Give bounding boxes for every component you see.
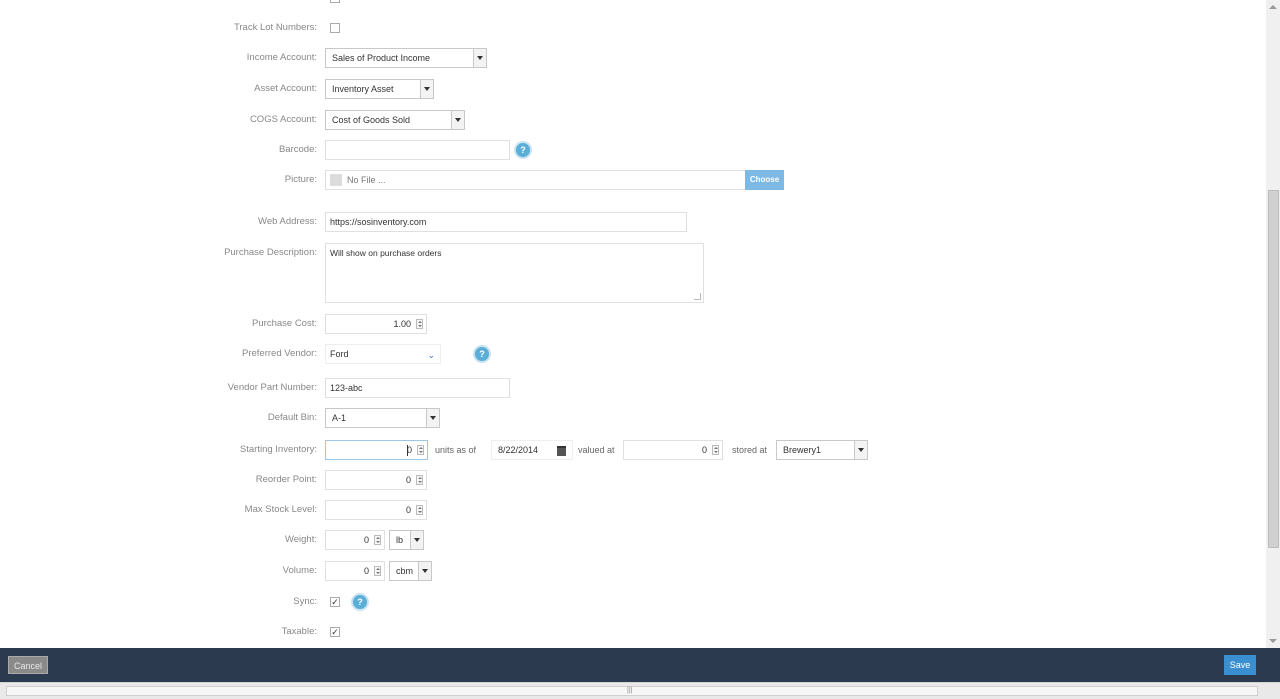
web-address-input[interactable]: https://sosinventory.com <box>325 212 687 232</box>
file-icon <box>330 174 342 186</box>
track-lot-checkbox[interactable] <box>330 23 340 33</box>
spinner-icon[interactable] <box>374 535 381 545</box>
income-account-value: Sales of Product Income <box>332 53 431 63</box>
picture-file-field[interactable]: No File ... <box>325 170 746 190</box>
resize-handle-icon[interactable] <box>694 293 701 300</box>
cancel-button[interactable]: Cancel <box>8 656 48 674</box>
calendar-icon[interactable] <box>557 446 566 456</box>
starting-date-value: 8/22/2014 <box>498 445 539 455</box>
choose-file-button[interactable]: Choose <box>745 170 784 190</box>
volume-unit-value: cbm <box>396 566 414 576</box>
spinner-icon[interactable] <box>416 475 423 485</box>
picture-label: Picture: <box>284 174 317 185</box>
picture-placeholder: No File ... <box>347 175 386 185</box>
max-stock-level-value: 0 <box>405 505 411 515</box>
reorder-point-label: Reorder Point: <box>255 474 317 485</box>
track-lot-label: Track Lot Numbers: <box>233 22 317 33</box>
preferred-vendor-select[interactable]: Ford ⌄ <box>325 344 441 364</box>
weight-unit-value: lb <box>396 535 404 545</box>
reorder-point-value: 0 <box>405 475 411 485</box>
taxable-label: Taxable: <box>281 626 317 637</box>
vendor-part-number-input[interactable]: 123-abc <box>325 378 510 398</box>
barcode-input[interactable] <box>325 140 510 160</box>
grip-icon: ||| <box>627 687 633 694</box>
chevron-down-icon[interactable] <box>418 562 431 580</box>
valued-at-value: 0 <box>701 445 707 455</box>
chevron-down-icon[interactable] <box>426 409 439 427</box>
save-button[interactable]: Save <box>1224 655 1256 675</box>
max-stock-level-input[interactable]: 0 <box>325 500 427 520</box>
sync-label: Sync: <box>293 596 317 607</box>
asset-account-label: Asset Account: <box>254 83 317 94</box>
weight-unit-select[interactable]: lb <box>389 530 424 550</box>
default-bin-value: A-1 <box>332 413 347 423</box>
income-account-select[interactable]: Sales of Product Income <box>325 48 487 68</box>
cogs-account-select[interactable]: Cost of Goods Sold <box>325 110 465 130</box>
purchase-cost-label: Purchase Cost: <box>252 318 317 329</box>
chevron-down-icon[interactable] <box>473 49 486 67</box>
chevron-down-icon[interactable] <box>420 80 433 98</box>
chevron-down-icon[interactable]: ⌄ <box>427 346 435 364</box>
chevron-down-icon[interactable] <box>410 531 423 549</box>
preferred-vendor-value: Ford <box>330 349 349 359</box>
item-edit-form: Track Serial Numbers: Track Lot Numbers:… <box>0 0 1266 648</box>
sync-checkbox[interactable]: ✓ <box>330 597 340 607</box>
stored-at-value: Brewery1 <box>783 445 822 455</box>
horizontal-scrollbar[interactable]: ||| <box>0 682 1280 699</box>
track-serial-label: Track Serial Numbers: <box>160 0 317 8</box>
web-address-label: Web Address: <box>258 216 317 227</box>
purchase-description-value: Will show on purchase orders <box>330 248 442 258</box>
purchase-description-label: Purchase Description: <box>224 247 317 258</box>
weight-label: Weight: <box>284 534 317 545</box>
vertical-scrollbar[interactable] <box>1266 0 1280 648</box>
spinner-icon[interactable] <box>417 445 424 455</box>
weight-input[interactable]: 0 <box>325 530 385 550</box>
taxable-checkbox[interactable]: ✓ <box>330 627 340 637</box>
asset-account-select[interactable]: Inventory Asset <box>325 79 434 99</box>
volume-unit-select[interactable]: cbm <box>389 561 432 581</box>
purchase-cost-input[interactable]: 1.00 <box>325 314 427 334</box>
text-cursor-icon <box>407 445 408 456</box>
spinner-icon[interactable] <box>416 505 423 515</box>
max-stock-level-label: Max Stock Level: <box>244 504 317 515</box>
asset-account-value: Inventory Asset <box>332 84 394 94</box>
help-icon[interactable]: ? <box>351 593 369 611</box>
default-bin-select[interactable]: A-1 <box>325 408 440 428</box>
help-icon[interactable]: ? <box>514 141 532 159</box>
cogs-account-label: COGS Account: <box>249 114 317 125</box>
starting-date-input[interactable]: 8/22/2014 <box>491 440 573 460</box>
spinner-icon[interactable] <box>416 319 423 329</box>
chevron-down-icon[interactable] <box>451 111 464 129</box>
vertical-scroll-thumb[interactable] <box>1268 190 1279 548</box>
weight-value: 0 <box>363 535 369 545</box>
reorder-point-input[interactable]: 0 <box>325 470 427 490</box>
track-serial-checkbox[interactable] <box>330 0 340 3</box>
stored-at-select[interactable]: Brewery1 <box>776 440 868 460</box>
spinner-icon[interactable] <box>712 445 719 455</box>
units-as-of-label: units as of <box>435 445 477 455</box>
scroll-down-icon[interactable] <box>1269 639 1277 643</box>
income-account-label: Income Account: <box>246 52 317 63</box>
volume-input[interactable]: 0 <box>325 561 385 581</box>
footer-bar: Cancel Save <box>0 648 1280 682</box>
barcode-label: Barcode: <box>278 144 317 155</box>
vendor-part-number-label: Vendor Part Number: <box>227 382 317 393</box>
chevron-down-icon[interactable] <box>854 441 867 459</box>
starting-inventory-input[interactable]: 0 <box>325 440 428 460</box>
cogs-account-value: Cost of Goods Sold <box>332 115 411 125</box>
scroll-up-icon[interactable] <box>1269 5 1277 9</box>
preferred-vendor-label: Preferred Vendor: <box>242 348 317 359</box>
default-bin-label: Default Bin: <box>267 412 317 423</box>
spinner-icon[interactable] <box>374 566 381 576</box>
volume-label: Volume: <box>282 565 317 576</box>
starting-inventory-label: Starting Inventory: <box>239 444 317 455</box>
purchase-description-textarea[interactable]: Will show on purchase orders <box>325 243 704 303</box>
valued-at-input[interactable]: 0 <box>623 440 723 460</box>
volume-value: 0 <box>363 566 369 576</box>
purchase-cost-value: 1.00 <box>393 319 411 329</box>
stored-at-label: stored at <box>732 445 768 455</box>
valued-at-label: valued at <box>578 445 615 455</box>
help-icon[interactable]: ? <box>473 345 491 363</box>
